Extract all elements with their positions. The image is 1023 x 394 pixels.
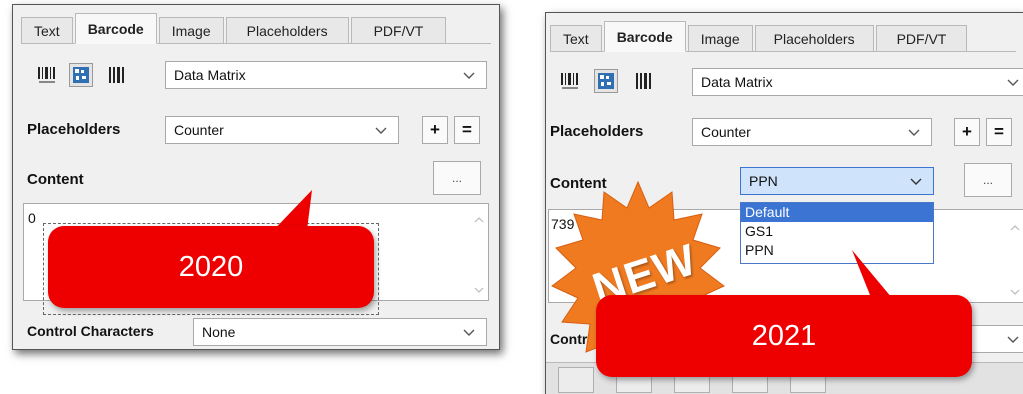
placeholders-select[interactable]: Counter (692, 118, 932, 146)
vertical-scrollbar[interactable] (1006, 210, 1023, 302)
tab-bar: Text Barcode Image Placeholders PDF/VT (21, 11, 491, 44)
tab-bar: Text Barcode Image Placeholders PDF/VT (550, 19, 1016, 52)
content-mode-select[interactable]: PPN (740, 167, 934, 195)
scroll-down-icon (1010, 284, 1020, 295)
content-text: 0 (28, 210, 36, 226)
tab-pdfvt[interactable]: PDF/VT (875, 25, 968, 51)
control-characters-label: Control Characters (27, 323, 154, 339)
content-options-button[interactable]: ... (433, 161, 481, 195)
year-callout-2021: 2021 (596, 295, 972, 377)
content-label: Content (27, 171, 84, 188)
dropdown-option-gs1[interactable]: GS1 (741, 222, 933, 241)
tab-text[interactable]: Text (21, 17, 73, 43)
placeholders-label: Placeholders (27, 121, 121, 138)
content-options-button[interactable]: ... (964, 163, 1012, 197)
content-mode-value: PPN (749, 173, 778, 189)
postal-barcode-icon[interactable] (632, 69, 656, 93)
barcode-type-value: Data Matrix (174, 67, 246, 83)
control-characters-select[interactable]: None (193, 318, 487, 346)
chevron-down-icon (463, 329, 475, 336)
matrix-barcode-icon[interactable] (594, 69, 618, 93)
barcode-type-select[interactable]: Data Matrix (165, 61, 487, 89)
tab-pdfvt[interactable]: PDF/VT (350, 17, 447, 43)
tab-barcode[interactable]: Barcode (603, 21, 686, 52)
tab-barcode[interactable]: Barcode (74, 13, 157, 44)
placeholders-select[interactable]: Counter (165, 116, 399, 144)
vertical-scrollbar[interactable] (470, 204, 488, 300)
dropdown-option-default[interactable]: Default (741, 203, 933, 222)
control-characters-select[interactable] (970, 325, 1023, 353)
placeholders-value: Counter (174, 122, 224, 138)
postal-barcode-icon[interactable] (105, 63, 129, 87)
scroll-down-icon (474, 282, 484, 293)
chevron-down-icon (463, 72, 475, 79)
linear-barcode-icon[interactable] (35, 63, 59, 87)
tab-image[interactable]: Image (158, 17, 224, 43)
chevron-down-icon (375, 127, 387, 134)
chevron-down-icon (1007, 336, 1019, 343)
add-placeholder-button[interactable]: + (422, 116, 448, 144)
chevron-down-icon (908, 129, 920, 136)
add-placeholder-button[interactable]: + (954, 118, 980, 146)
placeholders-value: Counter (701, 124, 751, 140)
tab-placeholders[interactable]: Placeholders (754, 25, 874, 51)
tab-image[interactable]: Image (687, 25, 753, 51)
scroll-up-icon (474, 212, 484, 223)
year-callout-2020: 2020 (48, 226, 374, 308)
equals-button[interactable]: = (986, 118, 1012, 146)
chevron-down-icon (1007, 79, 1019, 86)
tab-text[interactable]: Text (550, 25, 602, 51)
matrix-barcode-icon[interactable] (69, 63, 93, 87)
tab-placeholders[interactable]: Placeholders (225, 17, 349, 43)
equals-button[interactable]: = (454, 116, 480, 144)
chevron-down-icon (910, 178, 922, 185)
scroll-up-icon (1010, 220, 1020, 231)
barcode-type-select[interactable]: Data Matrix (692, 68, 1023, 96)
barcode-type-value: Data Matrix (701, 74, 773, 90)
linear-barcode-icon[interactable] (558, 69, 582, 93)
control-characters-value: None (202, 324, 236, 340)
placeholders-label: Placeholders (550, 123, 644, 140)
